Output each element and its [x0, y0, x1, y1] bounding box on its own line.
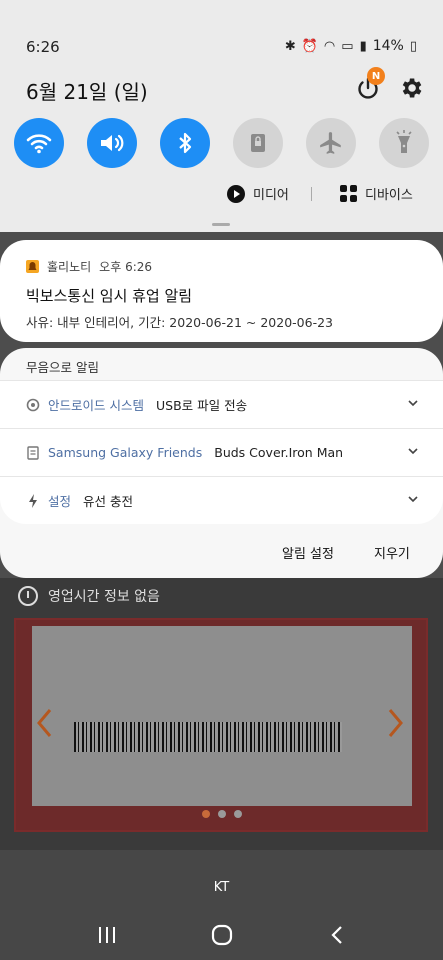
silent-notifications-card: 무음으로 알림 안드로이드 시스템 USB로 파일 전송 Samsung Gal…: [0, 348, 443, 578]
notification-settings-button[interactable]: 알림 설정: [282, 543, 334, 562]
battery-percent: 14%: [372, 38, 404, 54]
alarm-icon: ⏰: [301, 38, 318, 54]
barcode: [74, 722, 342, 752]
notification-body: 사유: 내부 인테리어, 기간: 2020-06-21 ~ 2020-06-23: [26, 315, 333, 330]
tile-wifi[interactable]: [14, 118, 64, 168]
coupon-image: [32, 626, 412, 806]
panel-handle[interactable]: [212, 223, 230, 226]
notification-header: 홀리노티 오후 6:26: [26, 258, 152, 275]
bluetooth-icon: [179, 132, 192, 154]
business-hours: 영업시간 정보 없음: [18, 586, 160, 606]
carousel-dot[interactable]: [202, 810, 210, 818]
business-hours-text: 영업시간 정보 없음: [48, 589, 160, 605]
recent-apps-icon: [99, 927, 115, 943]
silent-item-app: 안드로이드 시스템: [48, 398, 144, 413]
back-icon: [331, 926, 342, 944]
notification-time: 오후 6:26: [99, 260, 153, 274]
gear-icon: [402, 78, 422, 98]
chevron-down-icon[interactable]: [407, 397, 419, 409]
devices-button[interactable]: 디바이스: [340, 184, 413, 203]
chevron-left-icon[interactable]: [36, 708, 52, 738]
flashlight-icon: [396, 130, 412, 153]
quick-tiles: [0, 118, 443, 170]
divider: [311, 187, 312, 201]
home-button[interactable]: [207, 920, 237, 950]
home-icon: [211, 924, 233, 946]
bluetooth-status-icon: ✱: [284, 38, 296, 54]
tile-airplane-mode[interactable]: [306, 118, 356, 168]
silent-section-label: 무음으로 알림: [26, 360, 99, 375]
notification-title: 빅보스통신 임시 휴업 알림: [26, 287, 193, 305]
settings-button[interactable]: [398, 75, 424, 101]
battery-icon: ▯: [409, 38, 417, 54]
chevron-right-icon[interactable]: [388, 708, 404, 738]
signal-icon: ▮: [359, 38, 367, 54]
galaxy-friends-icon: [26, 445, 40, 460]
back-button[interactable]: [322, 920, 352, 950]
android-system-icon: [26, 398, 40, 412]
tile-sound[interactable]: [87, 118, 137, 168]
silent-item-text: USB로 파일 전송: [155, 398, 248, 413]
devices-label: 디바이스: [365, 188, 413, 203]
charging-bolt-icon: [26, 493, 40, 508]
silent-item-text: 유선 충전: [83, 494, 133, 509]
silent-item-app: Samsung Galaxy Friends: [48, 445, 203, 460]
media-device-row: 미디어 디바이스: [0, 184, 443, 206]
notification-app-name: 홀리노티: [47, 260, 92, 274]
wifi-status-icon: ◠: [323, 38, 336, 54]
power-button[interactable]: N: [354, 67, 385, 103]
silent-item-app: 설정: [48, 494, 72, 509]
play-icon: [227, 184, 245, 203]
wifi-icon: [26, 134, 52, 154]
bell-icon: [26, 260, 39, 273]
carousel-dots: [202, 810, 242, 818]
airplane-icon: [320, 132, 341, 154]
coupon-banner[interactable]: [14, 618, 428, 832]
tile-portrait-lock[interactable]: [233, 118, 283, 168]
carrier-label: KT: [213, 880, 230, 895]
power-badge: N: [367, 67, 385, 85]
lock-icon: [251, 134, 265, 152]
carousel-dot[interactable]: [218, 810, 226, 818]
status-icons: ✱ ⏰ ◠ ▭ ▮ 14% ▯: [285, 38, 417, 54]
date-label: 6월 21일 (일): [26, 80, 148, 104]
media-label: 미디어: [253, 188, 289, 203]
recent-apps-button[interactable]: [92, 920, 122, 950]
volume-icon: [101, 134, 124, 152]
silent-item-text: Buds Cover.Iron Man: [214, 445, 344, 460]
devices-icon: [340, 185, 357, 202]
status-time: 6:26: [26, 38, 60, 56]
navigation-bar: [0, 920, 443, 950]
clock-icon: [18, 586, 38, 606]
silent-item-android-system[interactable]: 안드로이드 시스템 USB로 파일 전송: [0, 380, 443, 428]
chevron-down-icon[interactable]: [407, 493, 419, 505]
silent-item-galaxy-friends[interactable]: Samsung Galaxy Friends Buds Cover.Iron M…: [0, 428, 443, 476]
tile-bluetooth[interactable]: [160, 118, 210, 168]
clear-button[interactable]: 지우기: [374, 543, 410, 562]
silent-item-settings[interactable]: 설정 유선 충전: [0, 476, 443, 524]
carousel-dot[interactable]: [234, 810, 242, 818]
tile-flashlight[interactable]: [379, 118, 429, 168]
notification-card[interactable]: 홀리노티 오후 6:26 빅보스통신 임시 휴업 알림 사유: 내부 인테리어,…: [0, 240, 443, 342]
media-button[interactable]: 미디어: [227, 184, 289, 203]
hd-icon: ▭: [341, 38, 354, 54]
chevron-down-icon[interactable]: [407, 445, 419, 457]
silent-list: 안드로이드 시스템 USB로 파일 전송 Samsung Galaxy Frie…: [0, 380, 443, 524]
